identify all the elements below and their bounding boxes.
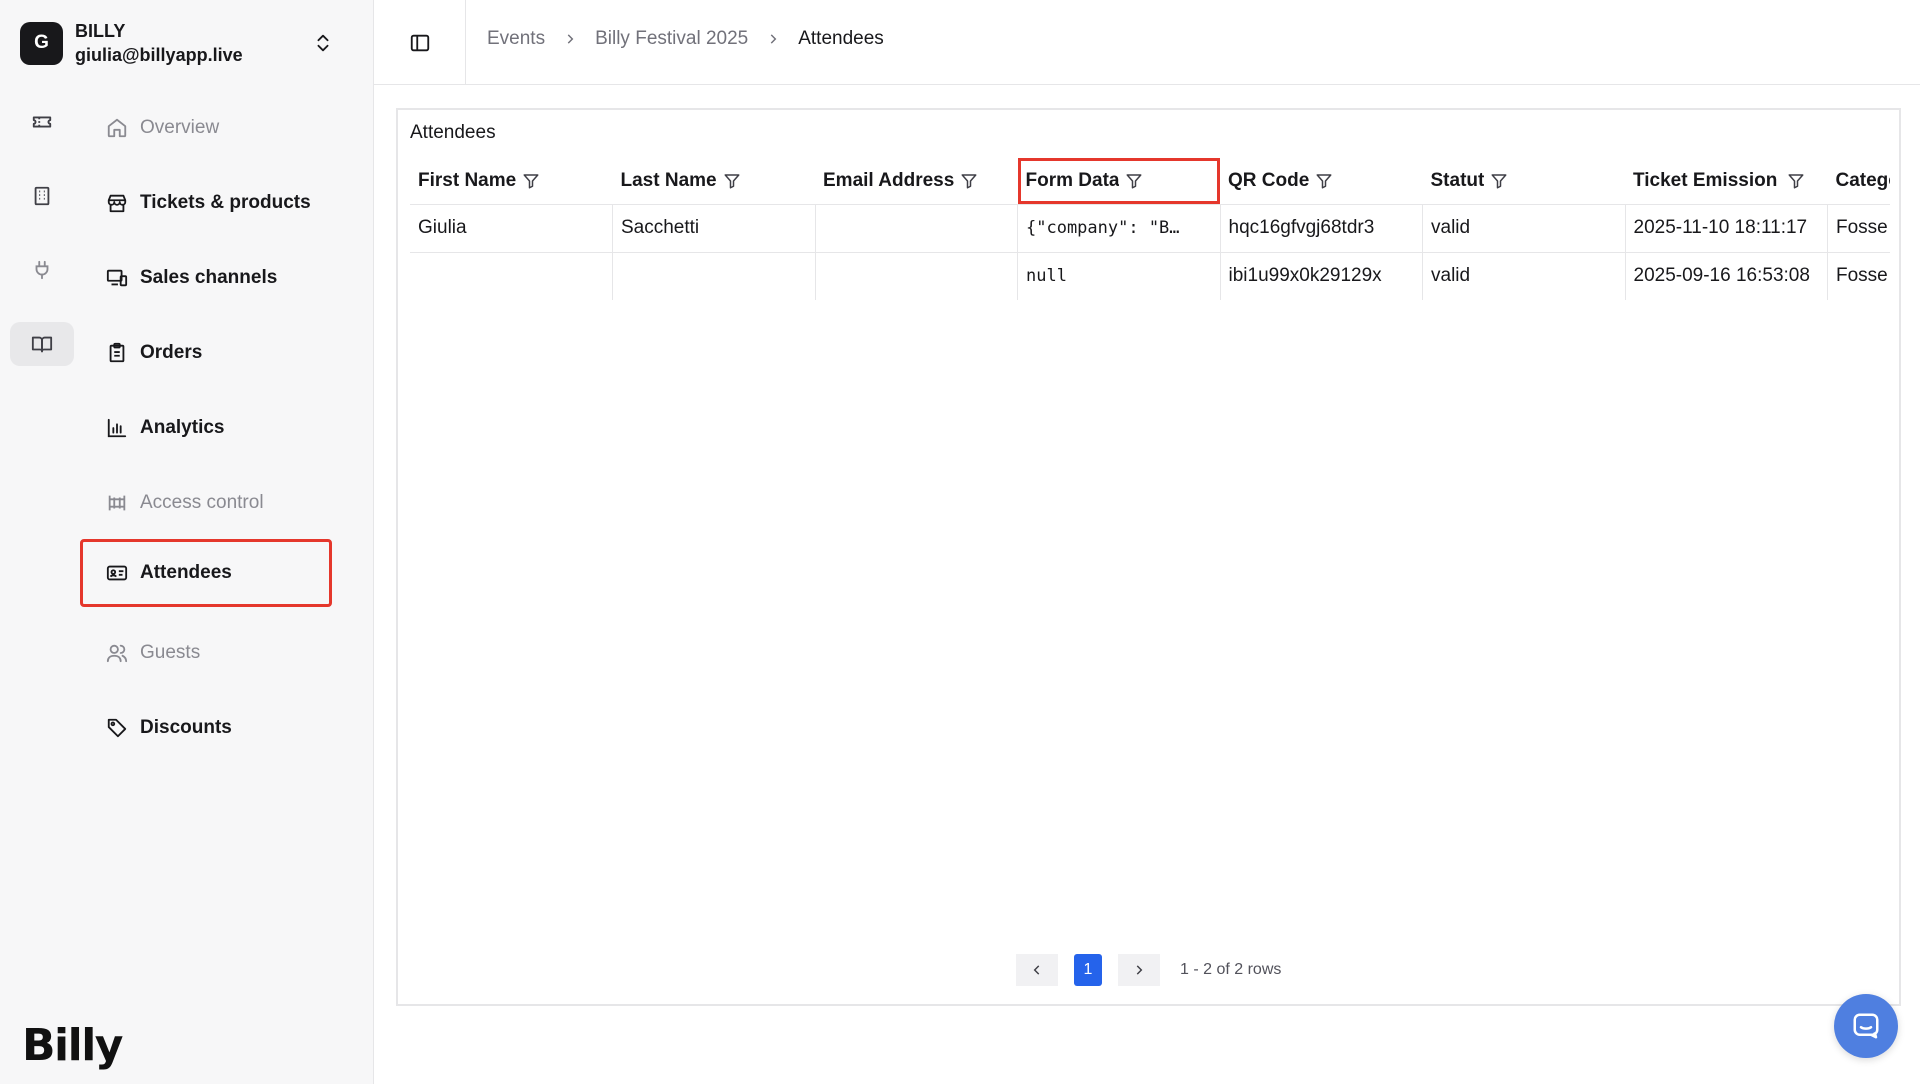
column-header-statut: Statut — [1422, 158, 1625, 205]
rail-item-integrations[interactable] — [10, 248, 74, 292]
table-row[interactable]: null ibi1u99x0k29129x valid 2025-09-16 1… — [410, 252, 1890, 300]
chevron-right-icon — [567, 34, 574, 44]
account-name: BILLY — [75, 20, 126, 41]
column-header-email: Email Address — [815, 158, 1018, 205]
chat-icon — [1853, 1013, 1879, 1039]
nav-item-sales-channels[interactable]: Sales channels — [80, 245, 332, 311]
nav-item-access-control[interactable]: Access control — [80, 470, 332, 536]
cell-statut: valid — [1422, 204, 1626, 253]
nav-item-discounts[interactable]: Discounts — [80, 695, 332, 761]
filter-icon[interactable] — [522, 172, 540, 190]
nav-item-tickets-products[interactable]: Tickets & products — [80, 170, 332, 236]
book-icon — [31, 336, 53, 353]
next-page-button[interactable] — [1118, 954, 1160, 986]
cell-ticket-emission: 2025-09-16 16:53:08 — [1625, 252, 1828, 300]
id-card-icon — [106, 565, 128, 581]
nav-item-orders[interactable]: Orders — [80, 320, 332, 386]
table-row[interactable]: Giulia Sacchetti {"company": "B… hqc16gf… — [410, 204, 1890, 253]
cell-last-name — [612, 252, 816, 300]
cell-category: Fosse — [1836, 265, 1888, 287]
cell-last-name: Sacchetti — [612, 204, 816, 253]
breadcrumb: Events Billy Festival 2025 Attendees — [487, 28, 884, 50]
breadcrumb-event[interactable]: Billy Festival 2025 — [595, 28, 748, 50]
chevron-right-icon — [1136, 965, 1143, 975]
attendees-panel: Attendees First Name Last Name Email Add… — [396, 108, 1901, 1006]
cell-first-name — [410, 252, 613, 300]
chat-launcher-button[interactable] — [1834, 994, 1898, 1058]
clipboard-icon — [109, 342, 125, 363]
chevron-up-down-icon — [317, 34, 329, 52]
prev-page-button[interactable] — [1016, 954, 1058, 986]
sidebar-toggle-button[interactable] — [374, 0, 466, 85]
brand-logo: Billy — [22, 1020, 123, 1071]
cell-category: Fosse — [1827, 204, 1890, 253]
filter-icon[interactable] — [1490, 172, 1508, 190]
column-header-last-name: Last Name — [612, 158, 815, 205]
filter-icon[interactable] — [723, 172, 741, 190]
nav-item-overview[interactable]: Overview — [80, 95, 332, 161]
chevron-left-icon — [1033, 965, 1040, 975]
nav-label-orders: Orders — [140, 342, 203, 363]
pagination-summary: 1 - 2 of 2 rows — [1180, 961, 1282, 978]
nav-label-discounts: Discounts — [140, 717, 232, 738]
nav-label-attendees: Attendees — [140, 562, 232, 583]
column-header-qr-code: QR Code — [1220, 158, 1423, 205]
gate-icon — [108, 495, 126, 511]
breadcrumb-events[interactable]: Events — [487, 28, 545, 50]
cell-statut: valid — [1422, 252, 1626, 300]
devices-icon — [106, 269, 128, 287]
sidebar-panel-icon — [410, 34, 429, 51]
breadcrumb-current: Attendees — [798, 28, 884, 49]
nav-item-analytics[interactable]: Analytics — [80, 395, 332, 461]
building-icon — [34, 186, 50, 206]
account-switcher[interactable]: G BILLY giulia@billyapp.live — [20, 20, 354, 66]
cell-email — [815, 252, 1018, 300]
users-icon — [106, 644, 128, 663]
nav-label-sales-channels: Sales channels — [140, 267, 278, 288]
nav-item-guests[interactable]: Guests — [80, 620, 332, 686]
column-header-first-name: First Name — [410, 158, 613, 205]
chevron-right-icon — [770, 34, 777, 44]
bar-chart-icon — [107, 418, 127, 438]
panel-title: Attendees — [410, 122, 496, 143]
page-1-button[interactable]: 1 — [1074, 954, 1102, 986]
filter-icon[interactable] — [1787, 172, 1805, 190]
rail-item-organization[interactable] — [10, 174, 74, 218]
avatar: G — [20, 21, 63, 65]
table-header-row: First Name Last Name Email Address Form … — [410, 158, 1890, 205]
attendees-table: First Name Last Name Email Address Form … — [410, 158, 1890, 300]
cell-form-data: null — [1017, 252, 1221, 300]
rail-item-docs[interactable] — [10, 322, 74, 366]
sidebar: G BILLY giulia@billyapp.live Overview Ti… — [0, 0, 374, 1084]
nav-label-analytics: Analytics — [140, 417, 225, 438]
account-email: giulia@billyapp.live — [75, 45, 243, 65]
plug-icon — [35, 260, 49, 280]
filter-icon[interactable] — [1125, 172, 1143, 190]
filter-icon[interactable] — [1315, 172, 1333, 190]
nav-label-overview: Overview — [140, 117, 220, 138]
nav-label-access-control: Access control — [140, 492, 264, 513]
nav-label-tickets-products: Tickets & products — [140, 192, 311, 213]
store-icon — [107, 194, 127, 213]
cell-first-name: Giulia — [410, 204, 613, 253]
cell-ticket-emission: 2025-11-10 18:11:17 — [1625, 204, 1828, 253]
icon-rail — [10, 100, 74, 396]
nav-label-guests: Guests — [140, 642, 201, 663]
cell-email — [815, 204, 1018, 253]
home-icon — [107, 118, 127, 138]
column-header-ticket-emission: Ticket Emission D — [1625, 158, 1828, 205]
table-scroll-area[interactable]: First Name Last Name Email Address Form … — [410, 158, 1890, 300]
pagination: 1 1 - 2 of 2 rows — [1016, 954, 1281, 986]
cell-qr-code: ibi1u99x0k29129x — [1220, 252, 1423, 300]
column-header-form-data: Form Data — [1017, 158, 1220, 205]
filter-icon[interactable] — [960, 172, 978, 190]
tag-icon — [107, 718, 127, 738]
cell-form-data: {"company": "B… — [1017, 204, 1221, 253]
rail-item-events[interactable] — [10, 100, 74, 144]
ticket-icon — [32, 116, 52, 128]
column-header-category: Categor — [1827, 158, 1890, 205]
nav-item-attendees[interactable]: Attendees — [80, 539, 332, 607]
topbar: Events Billy Festival 2025 Attendees — [374, 0, 1920, 85]
cell-qr-code: hqc16gfvgj68tdr3 — [1220, 204, 1423, 253]
